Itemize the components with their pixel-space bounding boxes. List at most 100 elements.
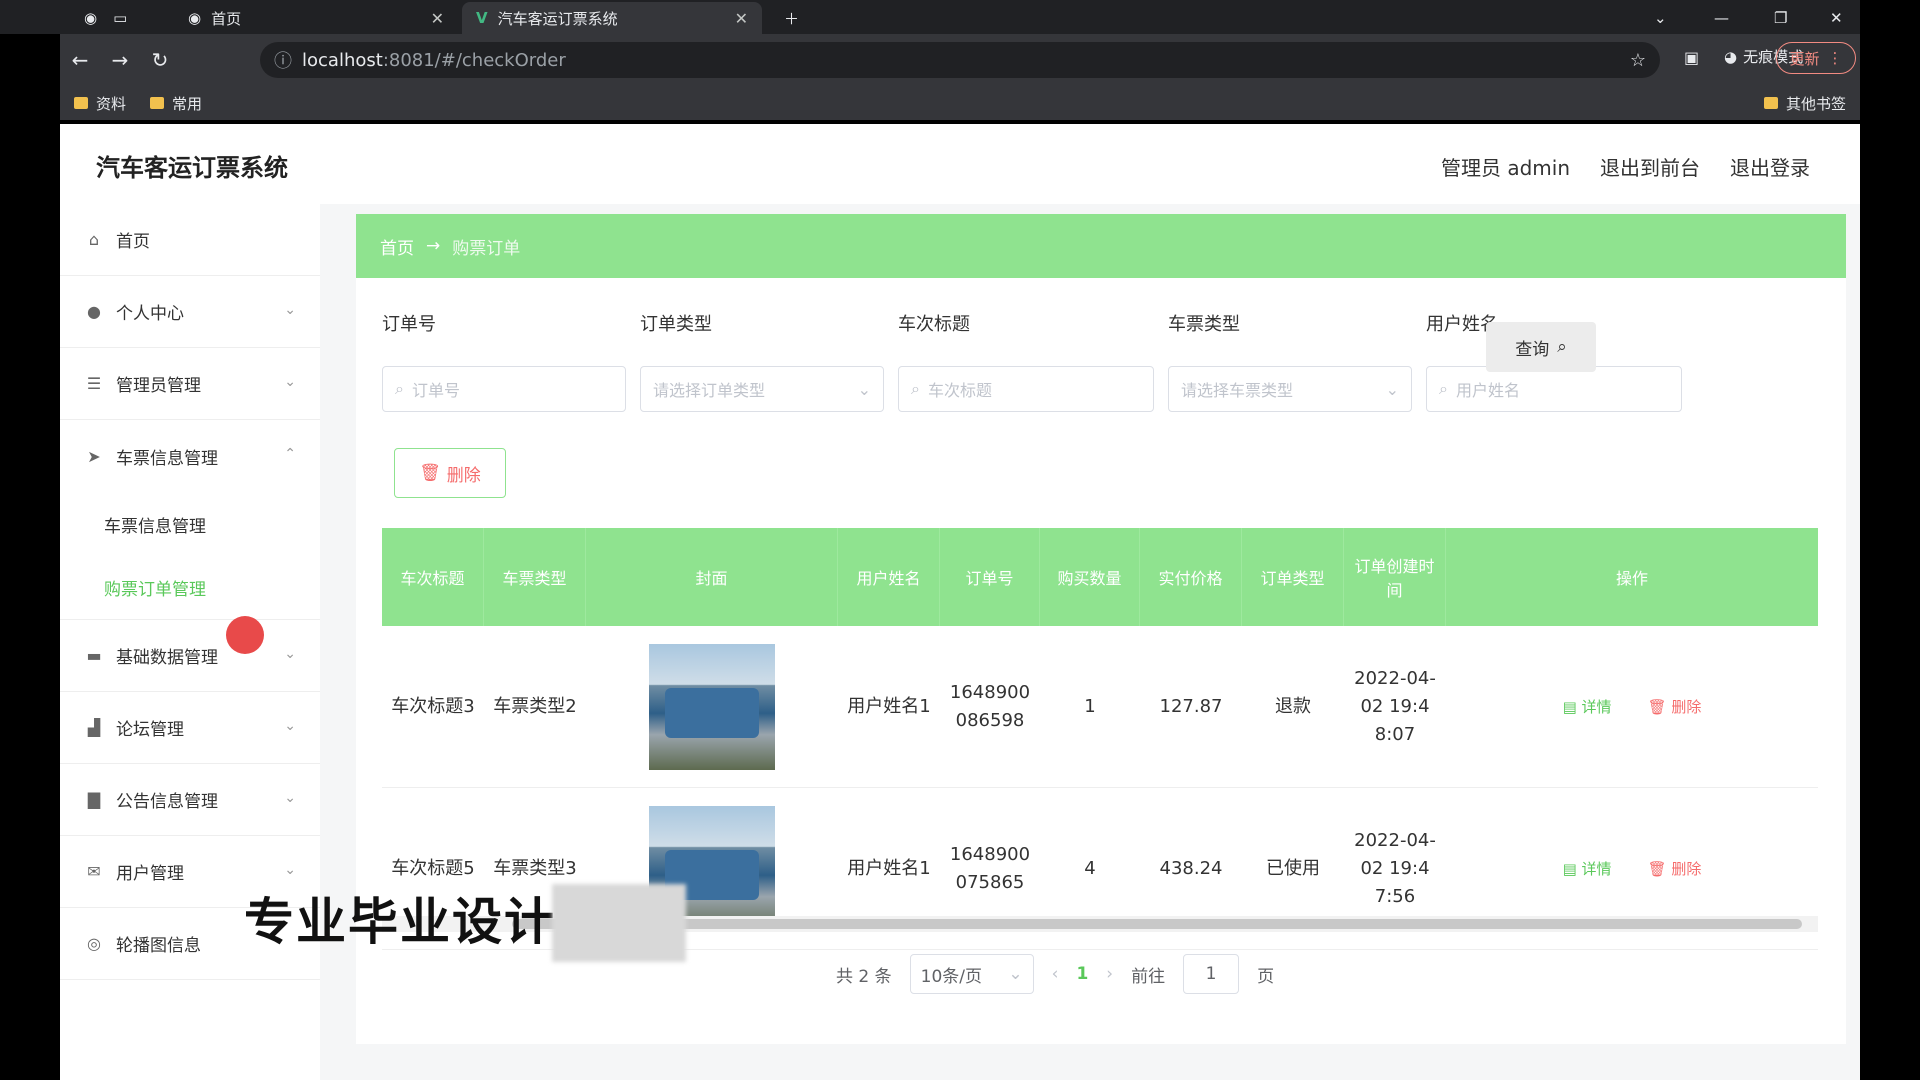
tab-home[interactable]: ◉ 首页 ✕ <box>174 2 458 34</box>
minimize-button[interactable]: — <box>1700 2 1743 34</box>
url-path: :8081/#/checkOrder <box>382 49 566 71</box>
header-actions: 管理员 admin 退出到前台 退出登录 <box>1441 152 1810 181</box>
col-price[interactable]: 实付价格 <box>1140 528 1242 626</box>
trash-icon: 🗑 <box>419 463 441 483</box>
other-bookmarks[interactable]: 其他书签 <box>1763 93 1846 114</box>
sidebar-item-profile[interactable]: ● 个人中心 ⌄ <box>60 276 320 348</box>
sidebar-item-notice[interactable]: ▇ 公告信息管理 ⌄ <box>60 764 320 836</box>
bus-cover-image <box>649 643 775 770</box>
col-created[interactable]: 订单创建时间 <box>1344 528 1446 626</box>
goto-page-input[interactable]: 1 <box>1183 954 1240 994</box>
batch-delete-button[interactable]: 🗑 删除 <box>394 448 506 498</box>
col-actions: 操作 <box>1615 569 1648 588</box>
cell-actions: ▤ 详情 🗑 删除 <box>1446 626 1818 787</box>
search-icon: ⌕ <box>911 379 920 398</box>
screen: ◉ ▭ ◉ 首页 ✕ V 汽车客运订票系统 ✕ ＋ ⌄ — ❐ ✕ ← → ↻ … <box>0 0 1920 1080</box>
col-ticket-type[interactable]: 车票类型 <box>484 528 586 626</box>
col-order-type[interactable]: 订单类型 <box>1242 528 1344 626</box>
url-host: localhost <box>302 49 383 71</box>
sidebar-item-forum[interactable]: ▟ 论坛管理 ⌄ <box>60 692 320 764</box>
tab-app[interactable]: V 汽车客运订票系统 ✕ <box>462 2 762 34</box>
sidebar-item-home[interactable]: ⌂ 首页 <box>60 204 320 276</box>
col-order-no[interactable]: 订单号 <box>940 528 1040 626</box>
filter-trip-title-label: 车次标题 <box>898 314 970 335</box>
row-delete-button[interactable]: 🗑 删除 <box>1648 855 1702 883</box>
submenu-ticket-orders[interactable]: 购票订单管理 <box>60 556 320 620</box>
order-type-select[interactable]: 请选择订单类型 ⌄ <box>640 366 884 412</box>
page-number[interactable]: 1 <box>1076 964 1088 984</box>
row-delete-button[interactable]: 🗑 删除 <box>1648 693 1702 721</box>
close-icon[interactable]: ✕ <box>431 9 444 28</box>
breadcrumb-arrow: → <box>426 236 441 256</box>
cell-user: 用户姓名1 <box>847 695 931 717</box>
minimize-icon: — <box>1714 9 1729 27</box>
close-icon[interactable]: ✕ <box>735 9 748 28</box>
address-bar[interactable]: ⓘ localhost :8081/#/checkOrder ☆ <box>260 42 1660 78</box>
admin-user-label: 管理员 admin <box>1440 156 1570 180</box>
chevron-down-icon: ⌄ <box>1385 379 1399 399</box>
sidebar-item-tickets[interactable]: ➤ 车票信息管理 ⌃ <box>60 420 320 492</box>
chevron-down-icon: ⌄ <box>284 790 296 806</box>
filter-order-no-label: 订单号 <box>382 314 436 335</box>
restore-button[interactable]: ❐ <box>1760 2 1801 34</box>
table-row: 车次标题3 车票类型2 用户姓名1 1648900086598 1 127.87… <box>382 626 1818 788</box>
bookmark-folder[interactable]: 常用 <box>150 93 202 114</box>
sidebar-item-label: 管理员管理 <box>116 376 201 396</box>
app-header: 汽车客运订票系统 管理员 admin 退出到前台 退出登录 <box>60 124 1860 204</box>
close-window-button[interactable]: ✕ <box>1816 2 1857 34</box>
folder-icon <box>150 97 165 109</box>
query-button[interactable]: 查询 ⌕ <box>1486 322 1596 372</box>
sidepanel-icon[interactable]: ▣ <box>1684 48 1699 67</box>
tab-search-button[interactable]: ⌄ <box>1640 2 1681 34</box>
next-page-icon[interactable]: › <box>1106 964 1113 984</box>
detail-button[interactable]: ▤ 详情 <box>1563 855 1612 883</box>
total-count: 共 2 条 <box>836 966 892 987</box>
bookmark-label: 资料 <box>96 94 127 113</box>
chevron-down-icon: ⌄ <box>284 646 296 662</box>
trash-icon: 🗑 <box>1647 859 1672 878</box>
submenu-ticket-info[interactable]: 车票信息管理 <box>60 492 320 556</box>
exit-front-link[interactable]: 退出到前台 <box>1600 152 1700 181</box>
trip-title-input[interactable]: ⌕ 车次标题 <box>898 366 1154 412</box>
sidebar-item-basic-data[interactable]: ▬ 基础数据管理 ⌄ <box>60 620 320 692</box>
blurred-region <box>552 884 686 962</box>
sidebar-item-admins[interactable]: ☰ 管理员管理 ⌄ <box>60 348 320 420</box>
search-icon: ⌕ <box>1439 379 1448 398</box>
star-icon[interactable]: ☆ <box>1630 50 1646 71</box>
vue-icon: V <box>476 9 488 27</box>
logout-link[interactable]: 退出登录 <box>1730 152 1810 181</box>
scrollbar-thumb[interactable] <box>512 919 1802 929</box>
detail-button[interactable]: ▤ 详情 <box>1563 693 1612 721</box>
col-cover[interactable]: 封面 <box>586 528 838 626</box>
col-qty[interactable]: 购买数量 <box>1040 528 1140 626</box>
query-label: 查询 <box>1515 339 1550 360</box>
reload-icon[interactable]: ↻ <box>140 48 180 72</box>
chevron-down-icon: ⌄ <box>284 374 296 390</box>
cell-order-no: 1648900086598 <box>949 681 1031 731</box>
update-button[interactable]: 更新 ⋮ <box>1776 42 1856 74</box>
cell-created: 2022-04-02 19:48:07 <box>1354 667 1436 745</box>
click-indicator <box>226 616 264 654</box>
placeholder: 用户姓名 <box>1455 381 1520 400</box>
new-tab-button[interactable]: ＋ <box>770 2 813 34</box>
ticket-type-select[interactable]: 请选择车票类型 ⌄ <box>1168 366 1412 412</box>
bookmark-folder[interactable]: 资料 <box>74 93 126 114</box>
cell-price: 127.87 <box>1159 695 1223 717</box>
restore-icon: ❐ <box>1774 9 1788 27</box>
breadcrumb-home[interactable]: 首页 <box>380 234 414 259</box>
send-icon: ➤ <box>87 446 101 466</box>
tab-home-label: 首页 <box>211 9 242 28</box>
back-icon[interactable]: ← <box>60 48 100 72</box>
col-user[interactable]: 用户姓名 <box>838 528 940 626</box>
placeholder: 请选择车票类型 <box>1181 381 1294 400</box>
order-no-input[interactable]: ⌕ 订单号 <box>382 366 626 412</box>
col-trip[interactable]: 车次标题 <box>382 528 484 626</box>
page-size-select[interactable]: 10条/页 ⌄ <box>909 954 1034 994</box>
trash-icon: 🗑 <box>1647 697 1672 716</box>
forward-icon[interactable]: → <box>100 48 140 72</box>
browser-tabstrip: ◉ ▭ ◉ 首页 ✕ V 汽车客运订票系统 ✕ ＋ ⌄ — ❐ ✕ <box>0 0 1860 34</box>
prev-page-icon[interactable]: ‹ <box>1052 964 1059 984</box>
cell-order-type: 退款 <box>1275 695 1311 717</box>
user-name-input[interactable]: ⌕ 用户姓名 <box>1426 366 1682 412</box>
placeholder: 请选择订单类型 <box>653 381 766 400</box>
